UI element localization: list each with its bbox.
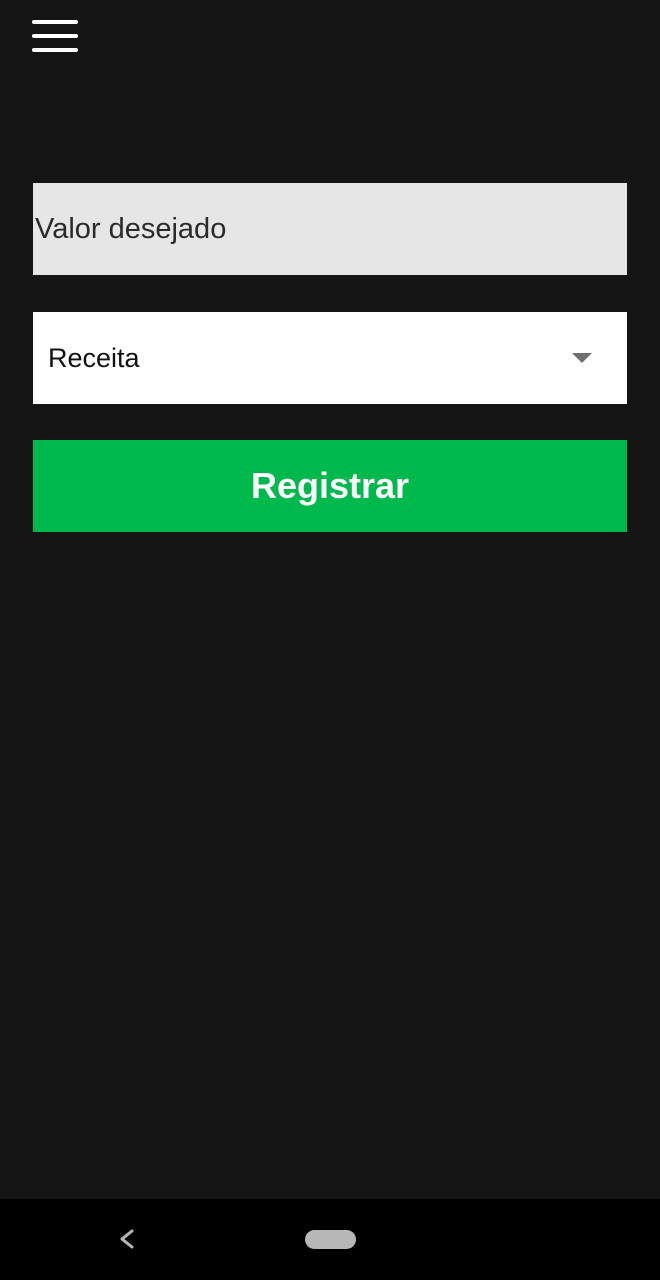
menu-button[interactable] [30, 18, 80, 58]
desired-value-input[interactable] [33, 183, 627, 275]
hamburger-menu-icon [32, 20, 78, 24]
hamburger-menu-icon-bar [32, 48, 78, 52]
type-select[interactable]: Receita [33, 312, 627, 404]
back-chevron-icon[interactable] [112, 1223, 142, 1255]
hamburger-menu-icon-bar [32, 34, 78, 38]
type-select-value: Receita [48, 343, 140, 373]
system-nav-bar [0, 1199, 660, 1280]
home-pill-icon[interactable] [305, 1230, 356, 1249]
dropdown-arrow-icon [572, 353, 592, 363]
register-button[interactable]: Registrar [33, 440, 627, 532]
